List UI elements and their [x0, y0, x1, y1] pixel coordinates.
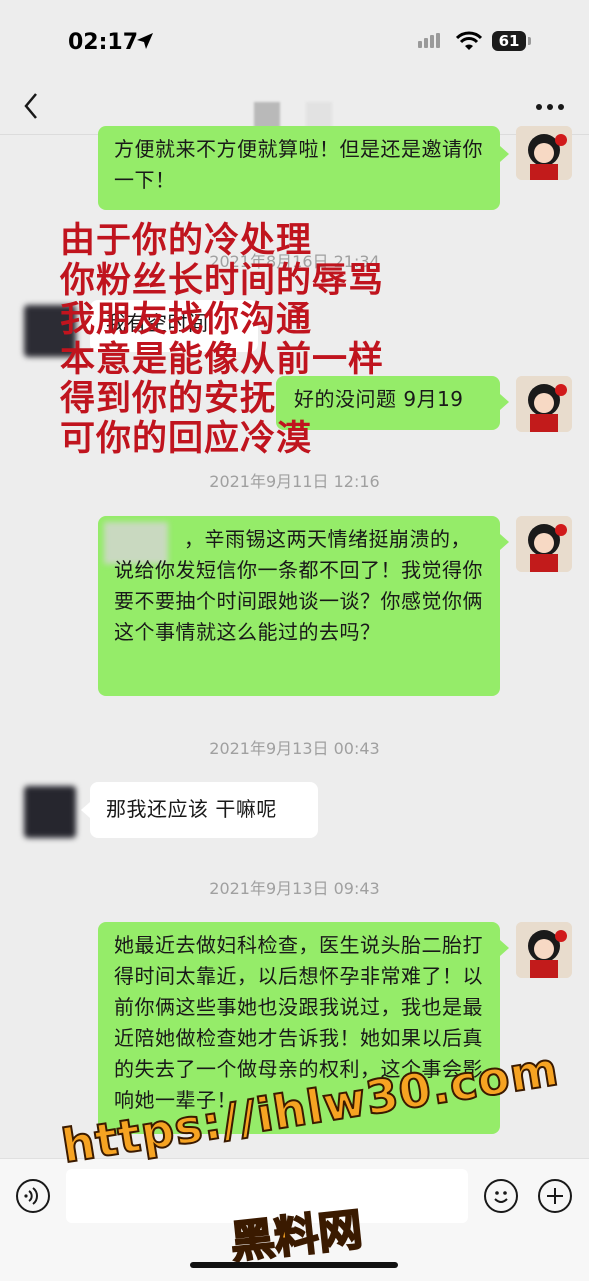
bubble-tail	[500, 940, 509, 956]
self-avatar[interactable]	[516, 126, 572, 180]
status-time: 02:17	[68, 30, 139, 55]
message-text: 那我还应该 干嘛呢	[106, 797, 277, 821]
home-indicator	[190, 1262, 398, 1268]
overlay-line: 你粉丝长时间的辱骂	[60, 260, 385, 301]
overlay-line: 可你的回应冷漠	[60, 418, 313, 459]
message-bubble-incoming[interactable]: 那我还应该 干嘛呢	[90, 782, 318, 838]
wifi-icon	[456, 31, 482, 50]
overlay-annotation: 由于你的冷处理 你粉丝长时间的辱骂 我朋友找你沟通 本意是能像从前一样 得到你的…	[60, 221, 520, 459]
cartoon-girl-avatar-icon	[516, 376, 572, 432]
contact-avatar-redacted[interactable]	[24, 786, 76, 838]
self-avatar[interactable]	[516, 376, 572, 432]
overlay-line: 由于你的冷处理	[60, 221, 313, 261]
add-attachment-icon[interactable]	[538, 1179, 572, 1213]
timestamp: 2021年9月13日 09:43	[209, 879, 380, 898]
status-bar: 02:17 61	[0, 0, 589, 84]
message-text: ，辛雨锡这两天情绪挺崩溃的，说给你发短信你一条都不回了！我觉得你要不要抽个时间跟…	[114, 527, 483, 644]
watermark-name: 黑料网	[227, 1203, 366, 1270]
cartoon-girl-avatar-icon	[516, 516, 572, 572]
timestamp: 2021年9月13日 00:43	[209, 739, 380, 758]
bubble-tail	[81, 802, 90, 818]
cartoon-girl-avatar-icon	[516, 922, 572, 978]
battery-icon: 61	[492, 31, 526, 51]
message-bubble-outgoing[interactable]: 方便就来不方便就算啦！但是还是邀请你一下！	[98, 126, 500, 210]
emoji-icon[interactable]	[484, 1179, 518, 1213]
overlay-line: 我朋友找你沟通	[60, 300, 313, 340]
voice-input-icon[interactable]	[16, 1179, 50, 1213]
message-bubble-outgoing[interactable]: ，辛雨锡这两天情绪挺崩溃的，说给你发短信你一条都不回了！我觉得你要不要抽个时间跟…	[98, 516, 500, 696]
bubble-tail	[500, 534, 509, 550]
self-avatar[interactable]	[516, 516, 572, 572]
more-options-icon[interactable]	[536, 102, 566, 112]
back-chevron-icon[interactable]	[18, 88, 46, 124]
message-text: 方便就来不方便就算啦！但是还是邀请你一下！	[114, 137, 483, 192]
cartoon-girl-avatar-icon	[516, 126, 572, 180]
timestamp: 2021年9月11日 12:16	[209, 472, 380, 491]
self-avatar[interactable]	[516, 922, 572, 978]
battery-level: 61	[498, 32, 520, 50]
battery-tip	[528, 37, 531, 45]
bubble-tail	[500, 146, 509, 162]
overlay-line: 得到你的安抚	[60, 379, 277, 419]
overlay-line: 本意是能像从前一样	[60, 339, 385, 380]
location-arrow-icon	[137, 33, 153, 49]
